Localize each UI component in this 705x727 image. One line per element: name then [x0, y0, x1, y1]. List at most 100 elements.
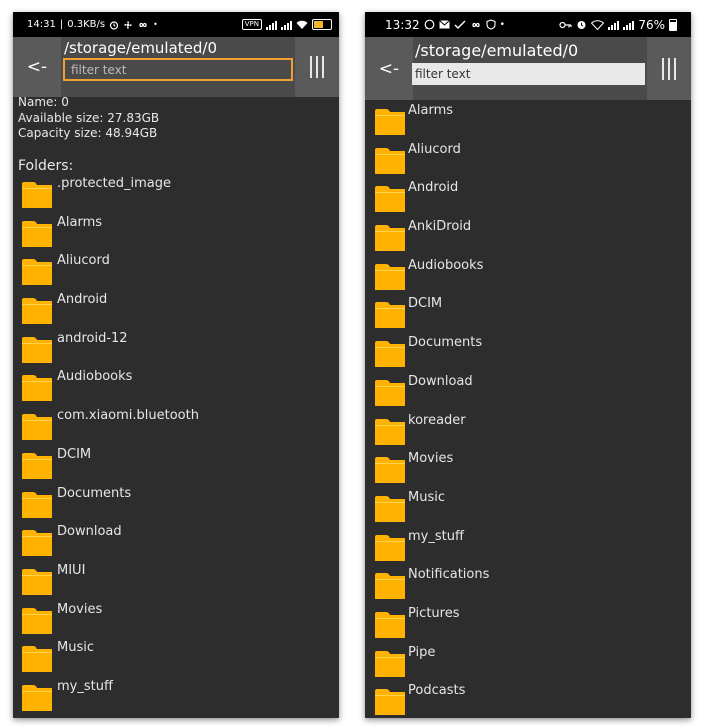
folder-item[interactable]: AnkiDroid — [365, 215, 691, 254]
folder-name: android-12 — [57, 330, 128, 346]
folder-item[interactable]: Alarms — [13, 211, 339, 250]
back-button[interactable]: <- — [365, 37, 413, 100]
dot-icon: • — [153, 20, 158, 29]
folder-item[interactable]: Notifications — [365, 563, 691, 602]
folder-name: my_stuff — [408, 528, 464, 544]
battery-percent: 76% — [638, 17, 665, 32]
folder-name: Movies — [408, 451, 454, 467]
folder-icon — [375, 534, 405, 561]
battery-icon — [669, 18, 677, 31]
folder-icon — [22, 375, 52, 402]
folder-item[interactable]: MIUI — [13, 559, 339, 598]
wifi-icon — [296, 20, 308, 29]
folder-icon — [375, 186, 405, 213]
net-speed: 0.3KB/s — [67, 19, 106, 30]
folder-icon — [22, 182, 52, 208]
folder-item[interactable]: Movies — [13, 598, 339, 637]
alarm-icon — [577, 21, 586, 29]
folder-item[interactable]: DCIM — [365, 292, 691, 331]
back-button[interactable]: <- — [13, 37, 61, 97]
folder-icon — [375, 109, 405, 135]
folder-item[interactable]: Audiobooks — [365, 254, 691, 293]
folder-name: koreader — [408, 412, 466, 428]
signal-icon — [281, 20, 292, 30]
status-bar: 14:31 | 0.3KB/s • VPN — [13, 12, 339, 37]
folder-item[interactable]: koreader — [365, 409, 691, 448]
fan-icon — [124, 20, 132, 29]
folder-icon — [375, 457, 405, 484]
folder-name: Pictures — [408, 605, 460, 621]
folder-icon — [22, 452, 52, 479]
folder-icon — [375, 263, 405, 290]
folder-item[interactable]: Android — [365, 176, 691, 215]
infinity-icon — [139, 22, 147, 27]
columns-menu-icon — [662, 57, 676, 80]
folder-item[interactable]: Download — [13, 520, 339, 559]
folder-item[interactable]: android-12 — [13, 327, 339, 366]
folder-name: Podcasts — [408, 683, 466, 699]
columns-menu-icon — [310, 56, 324, 78]
folder-list: Alarms Aliucord Android AnkiDroid Audiobooks… — [365, 99, 691, 718]
folder-icon — [22, 298, 52, 325]
folder-name: DCIM — [57, 446, 92, 462]
folder-item[interactable]: Android — [13, 288, 339, 327]
folder-icon — [22, 646, 52, 673]
folder-item[interactable]: .protected_image — [13, 172, 339, 211]
folder-item[interactable]: DCIM — [13, 443, 339, 482]
current-path: /storage/emulated/0 — [64, 39, 218, 57]
filter-input[interactable] — [412, 63, 645, 85]
alarm-icon — [110, 20, 119, 30]
folder-item[interactable]: Aliucord — [13, 249, 339, 288]
folder-icon — [22, 259, 52, 286]
folder-name: Download — [408, 373, 473, 389]
folder-name: AnkiDroid — [408, 219, 472, 235]
filter-input[interactable] — [63, 58, 293, 81]
folder-item[interactable]: Music — [365, 486, 691, 525]
folder-item[interactable]: Podcasts — [365, 679, 691, 718]
folder-item[interactable]: Alarms — [365, 99, 691, 138]
menu-button[interactable] — [647, 37, 691, 100]
folder-name: Download — [57, 524, 122, 540]
check-icon — [454, 20, 466, 29]
folder-item[interactable]: Documents — [13, 482, 339, 521]
folder-icon — [22, 491, 52, 518]
folder-item[interactable]: Download — [365, 370, 691, 409]
folder-icon — [375, 495, 405, 522]
folder-name: Audiobooks — [57, 369, 133, 385]
folder-name: Music — [57, 640, 94, 656]
status-bar: 13:32 • 76% — [365, 12, 691, 37]
folder-item[interactable]: com.xiaomi.bluetooth — [13, 404, 339, 443]
folder-name: Aliucord — [408, 141, 461, 157]
folder-item[interactable]: my_stuff — [365, 525, 691, 564]
folder-item[interactable]: Aliucord — [365, 138, 691, 177]
folder-item[interactable]: Pictures — [365, 602, 691, 641]
folder-name: MIUI — [57, 562, 86, 578]
folder-icon — [22, 336, 52, 363]
folder-icon — [375, 302, 405, 329]
folder-item[interactable]: Movies — [365, 447, 691, 486]
signal-icon — [623, 20, 635, 30]
folder-name: Documents — [408, 335, 483, 351]
folder-icon — [375, 225, 405, 252]
shield-icon — [486, 19, 496, 30]
folder-name: my_stuff — [57, 678, 113, 694]
folder-item[interactable]: Documents — [365, 331, 691, 370]
folder-name: Aliucord — [57, 253, 110, 269]
folder-name: Movies — [57, 601, 103, 617]
vpn-badge: VPN — [241, 19, 262, 30]
left-screen: 14:31 | 0.3KB/s • VPN <- /storage/emulat… — [13, 12, 339, 718]
folder-icon — [375, 379, 405, 406]
wifi-icon — [591, 19, 605, 30]
folder-name: Android — [57, 292, 108, 308]
folder-item[interactable]: Music — [13, 636, 339, 675]
capacity-size: Capacity size: 48.94GB — [18, 126, 158, 140]
folder-icon — [375, 689, 405, 716]
status-time: 13:32 — [385, 17, 420, 32]
folder-name: Pipe — [408, 644, 436, 660]
folder-name: Audiobooks — [408, 257, 484, 273]
menu-button[interactable] — [295, 37, 339, 97]
folder-item[interactable]: my_stuff — [13, 675, 339, 714]
folder-item[interactable]: Audiobooks — [13, 365, 339, 404]
folder-item[interactable]: Pipe — [365, 641, 691, 680]
folder-icon — [22, 530, 52, 557]
